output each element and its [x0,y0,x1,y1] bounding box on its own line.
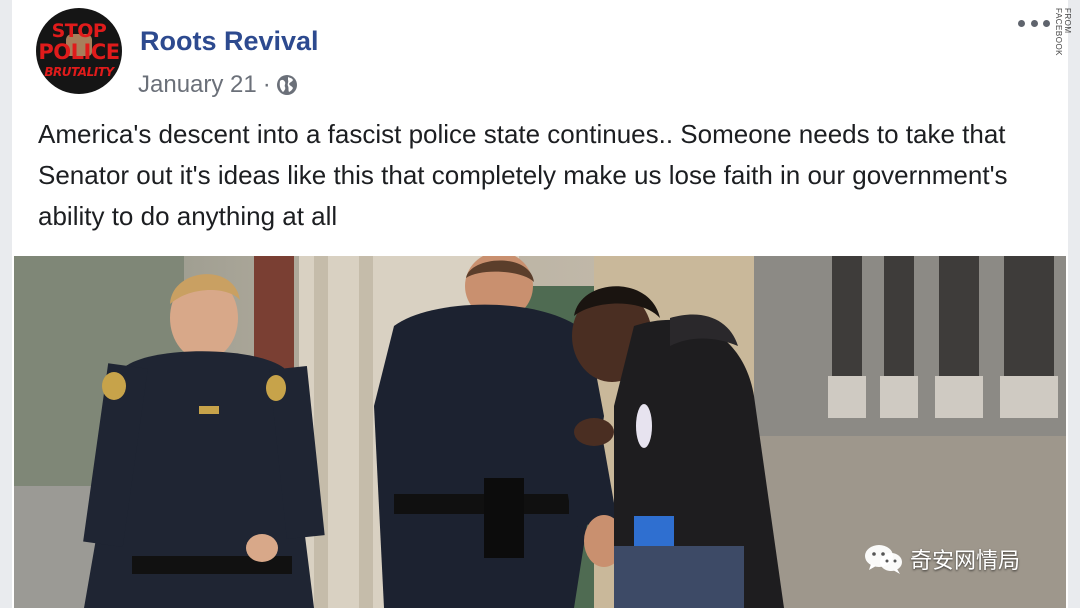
post-text: America's descent into a fascist police … [38,119,1008,231]
page-avatar[interactable]: STOP POLICE BRUTALITY [36,8,122,94]
watermark: 奇安网情局 [864,540,1020,578]
avatar-text-line-3: BRUTALITY [44,65,114,79]
avatar-text-line-2: POLICE [38,40,120,64]
meta-separator: · [262,71,271,98]
post-meta: January 21 · [138,70,299,100]
facebook-post-card: STOP POLICE BRUTALITY Roots Revival Janu… [12,0,1068,608]
avatar-text-line-1: STOP [51,20,107,42]
page-name-link[interactable]: Roots Revival [140,26,319,57]
source-label: FROM FACEBOOK [1054,8,1072,57]
more-options-icon[interactable] [1012,10,1056,36]
wechat-icon [865,545,902,574]
globe-icon[interactable] [275,73,299,97]
watermark-text: 奇安网情局 [910,549,1021,574]
post-date[interactable]: January 21 [138,71,257,99]
